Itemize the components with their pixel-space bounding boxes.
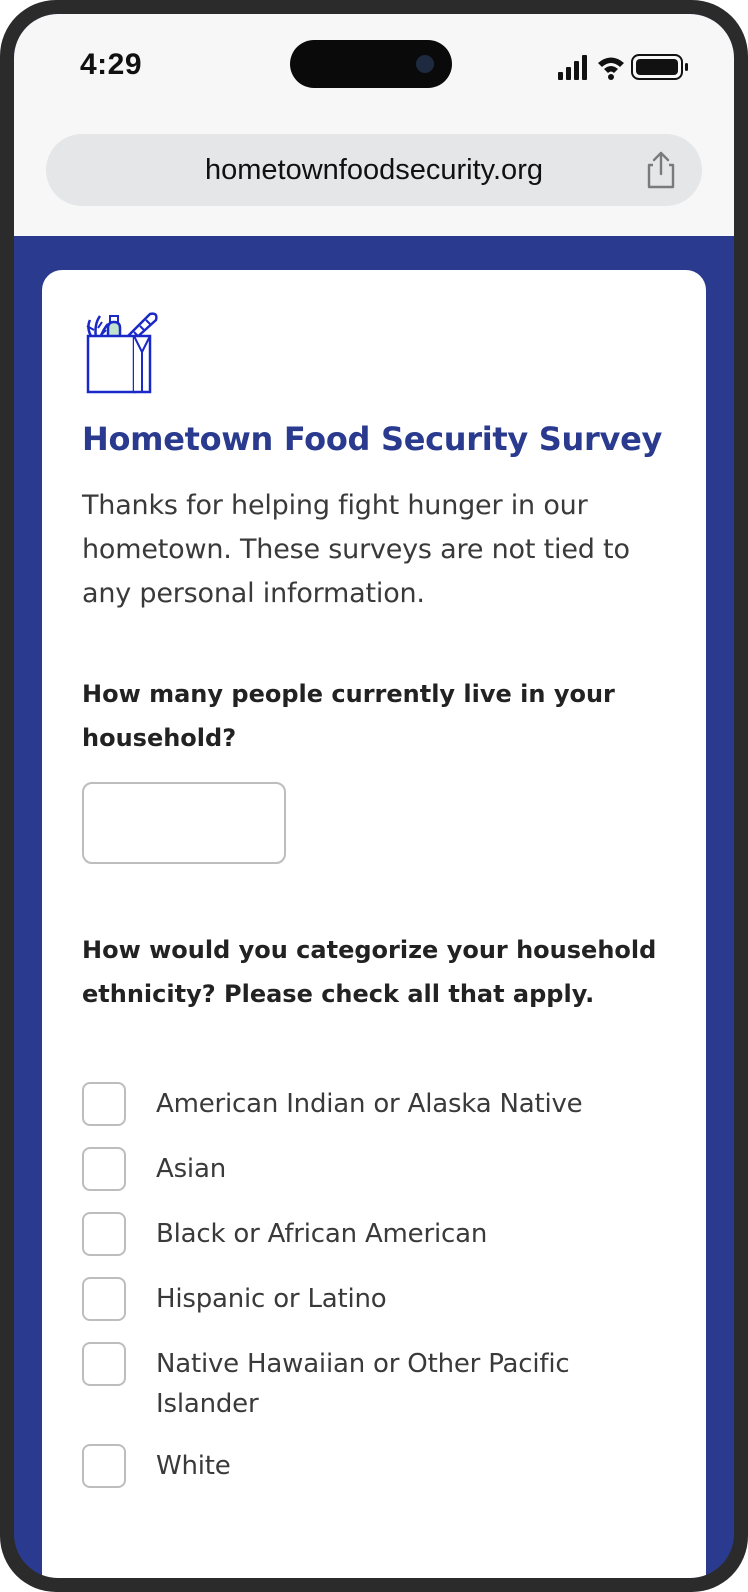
checkbox[interactable] (82, 1277, 126, 1321)
option-label[interactable]: Asian (156, 1149, 636, 1189)
browser-chrome: 4:29 hometownfoodsecurity.org (14, 14, 734, 236)
option-label[interactable]: Native Hawaiian or Other Pacific Islande… (156, 1344, 636, 1424)
checkbox[interactable] (82, 1082, 126, 1126)
household-size-question: How many people currently live in your h… (82, 680, 615, 752)
option-label[interactable]: Black or African American (156, 1214, 636, 1254)
checkbox[interactable] (82, 1444, 126, 1488)
survey-title: Hometown Food Security Survey (82, 420, 663, 458)
survey-card: Hometown Food Security Survey Thanks for… (42, 270, 706, 1578)
status-icons (558, 54, 688, 80)
camera-icon (416, 55, 434, 73)
survey-intro: Thanks for helping fight hunger in our h… (82, 490, 630, 609)
checkbox[interactable] (82, 1342, 126, 1386)
battery-icon (631, 54, 688, 80)
option-label[interactable]: American Indian or Alaska Native (156, 1084, 636, 1124)
household-size-input[interactable] (82, 782, 286, 864)
option-label[interactable]: White (156, 1446, 636, 1486)
wifi-icon (598, 57, 624, 80)
signal-icon (558, 55, 587, 80)
option-label[interactable]: Hispanic or Latino (156, 1279, 636, 1319)
share-icon[interactable] (644, 150, 678, 190)
ethnicity-question: How would you categorize your household … (82, 936, 657, 1008)
url-text[interactable]: hometownfoodsecurity.org (46, 154, 702, 187)
dynamic-island (290, 40, 452, 88)
checkbox[interactable] (82, 1147, 126, 1191)
phone-frame: 4:29 hometownfoodsecurity.org Hometown F… (0, 0, 748, 1592)
address-bar[interactable]: hometownfoodsecurity.org (46, 134, 702, 206)
phone-screen: 4:29 hometownfoodsecurity.org Hometown F… (14, 14, 734, 1578)
grocery-bag-icon (86, 312, 158, 394)
checkbox[interactable] (82, 1212, 126, 1256)
status-time: 4:29 (80, 48, 143, 81)
